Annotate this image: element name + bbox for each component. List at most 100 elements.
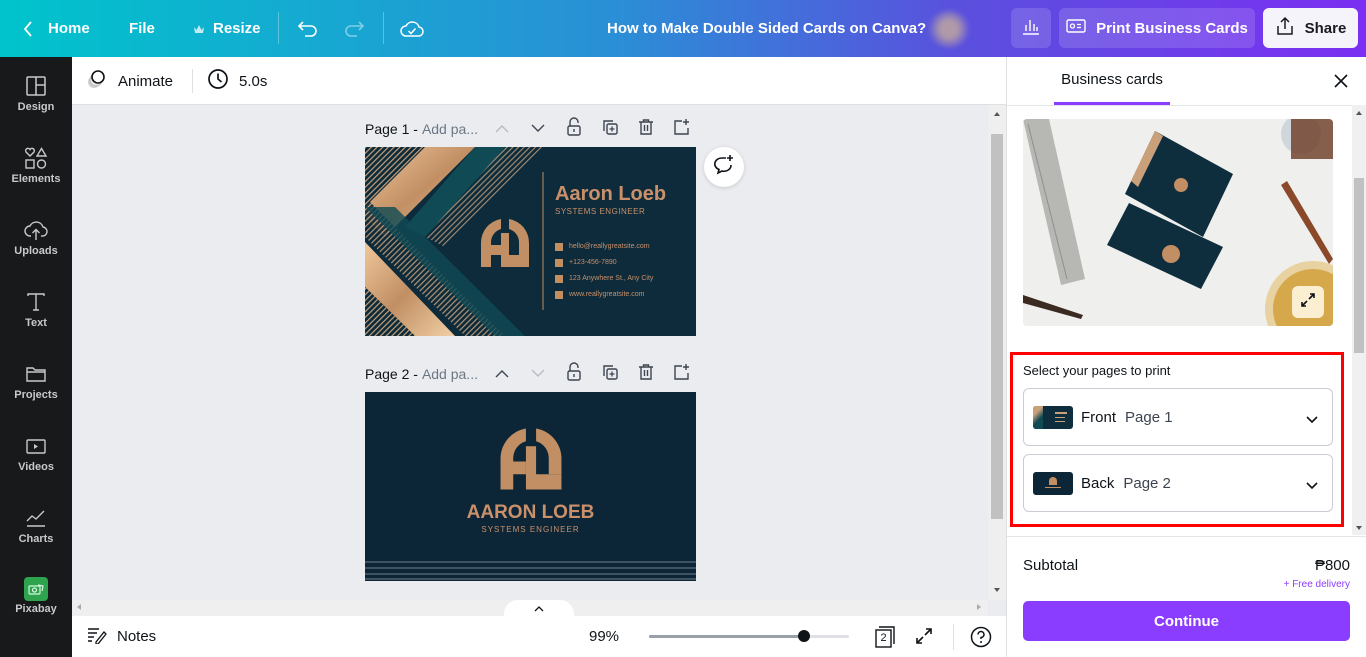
notes-button[interactable]: Notes	[87, 616, 156, 657]
page-title: Page 1 -	[365, 121, 418, 137]
resize-button[interactable]: Resize	[193, 0, 261, 57]
add-page-button[interactable]	[672, 362, 692, 386]
card-email: hello@reallygreatsite.com	[569, 243, 650, 250]
page-count-button[interactable]: 2	[875, 626, 895, 648]
resize-label: Resize	[213, 20, 261, 37]
mockup-illustration	[1023, 119, 1333, 326]
expand-preview-button[interactable]	[1292, 286, 1324, 318]
back-page-select[interactable]: Back Page 2	[1023, 454, 1333, 512]
continue-button[interactable]: Continue	[1023, 601, 1350, 641]
phone-icon	[555, 259, 563, 267]
sidebar-item-uploads[interactable]: Uploads	[0, 201, 72, 273]
print-business-cards-button[interactable]: Print Business Cards	[1059, 8, 1255, 48]
move-page-up-button[interactable]	[492, 362, 512, 386]
clock-icon	[207, 68, 229, 94]
duplicate-icon	[601, 118, 619, 141]
help-button[interactable]	[970, 626, 992, 653]
card-front-page[interactable]: Aaron Loeb SYSTEMS ENGINEER hello@really…	[365, 147, 696, 336]
card-role: SYSTEMS ENGINEER	[555, 207, 646, 216]
lock-page-button[interactable]	[564, 361, 584, 386]
home-button[interactable]: Home	[22, 0, 90, 57]
subtotal-value: ₱800	[1314, 557, 1350, 574]
back-page-value: Page 2	[1123, 474, 1171, 492]
card-back-page[interactable]: AARON LOEB SYSTEMS ENGINEER	[365, 392, 696, 581]
file-menu-button[interactable]: File	[129, 0, 155, 57]
sidebar-item-projects[interactable]: Projects	[0, 345, 72, 417]
insights-button[interactable]	[1011, 8, 1051, 48]
zoom-slider-fill	[649, 635, 804, 638]
scrollbar-thumb[interactable]	[1354, 178, 1364, 353]
canvas-vertical-scrollbar[interactable]	[988, 105, 1006, 600]
delete-page-button[interactable]	[636, 117, 656, 141]
avatar[interactable]	[928, 10, 970, 48]
share-upload-icon	[1275, 16, 1295, 40]
canvas-horizontal-scrollbar[interactable]	[72, 600, 988, 616]
email-icon	[555, 243, 563, 251]
add-page-button[interactable]	[672, 117, 692, 141]
share-button[interactable]: Share	[1263, 8, 1358, 48]
add-comment-button[interactable]	[704, 147, 744, 187]
duplicate-page-button[interactable]	[600, 117, 620, 141]
panel-scrollbar[interactable]	[1352, 105, 1366, 535]
lock-page-button[interactable]	[564, 116, 584, 142]
sidebar-item-videos[interactable]: Videos	[0, 417, 72, 489]
cloud-check-icon	[400, 19, 424, 39]
chevron-down-icon	[1306, 411, 1318, 429]
sidebar-item-design[interactable]: Design	[0, 57, 72, 129]
redo-button[interactable]	[343, 0, 365, 57]
zoom-slider[interactable]	[649, 630, 849, 642]
document-title[interactable]: How to Make Double Sided Cards on Canva?	[607, 0, 926, 57]
close-icon	[1333, 74, 1349, 93]
back-thumbnail	[1033, 471, 1073, 495]
save-status-button[interactable]	[400, 0, 424, 57]
notes-label: Notes	[117, 628, 157, 645]
zoom-percentage[interactable]: 99%	[589, 616, 619, 657]
redo-icon	[343, 20, 365, 38]
animate-label: Animate	[118, 72, 174, 90]
add-page-title-input[interactable]: Add pa...	[422, 366, 478, 382]
unlock-icon	[566, 116, 582, 142]
move-page-down-button[interactable]	[528, 362, 548, 386]
move-page-down-button[interactable]	[528, 117, 548, 141]
card-role: SYSTEMS ENGINEER	[481, 525, 580, 534]
sidebar-item-charts[interactable]: Charts	[0, 489, 72, 561]
front-page-value: Page 1	[1125, 408, 1173, 426]
expand-icon	[915, 628, 933, 649]
chart-line-icon	[23, 505, 49, 531]
bottom-bar: Notes 99% 2	[72, 616, 1006, 657]
undo-button[interactable]	[297, 0, 319, 57]
sidebar: Design Elements Uploads Text Projects Vi…	[0, 57, 72, 657]
expand-icon	[1300, 292, 1316, 313]
fullscreen-button[interactable]	[915, 627, 933, 650]
duplicate-page-button[interactable]	[600, 362, 620, 386]
duration-button[interactable]: 5.0s	[207, 57, 267, 105]
card-name: Aaron Loeb	[555, 183, 667, 205]
chevron-down-icon	[531, 365, 545, 383]
chevron-up-icon	[495, 365, 509, 383]
add-page-title-input[interactable]: Add pa...	[422, 121, 478, 137]
sidebar-label: Pixabay	[15, 603, 57, 615]
analytics-icon	[1021, 16, 1041, 40]
duplicate-icon	[601, 363, 619, 386]
animate-button[interactable]: Animate	[86, 57, 173, 105]
front-page-select[interactable]: Front Page 1	[1023, 388, 1333, 446]
sidebar-item-pixabay[interactable]: Pixabay	[0, 561, 72, 633]
delete-page-button[interactable]	[636, 362, 656, 386]
sidebar-item-text[interactable]: Text	[0, 273, 72, 345]
zoom-slider-handle[interactable]	[797, 630, 810, 642]
sidebar-label: Text	[25, 317, 47, 329]
close-panel-button[interactable]	[1333, 73, 1349, 94]
globe-icon	[555, 291, 563, 299]
sidebar-item-elements[interactable]: Elements	[0, 129, 72, 201]
page-2-header: Page 2 - Add pa...	[365, 362, 478, 386]
show-pages-toggle[interactable]	[504, 600, 574, 616]
print-label: Print Business Cards	[1096, 19, 1248, 37]
home-label: Home	[48, 20, 90, 37]
pixabay-icon	[24, 577, 48, 601]
sidebar-label: Videos	[18, 461, 54, 473]
back-label: Back	[1081, 474, 1115, 492]
move-page-up-button[interactable]	[492, 117, 512, 141]
tab-business-cards[interactable]: Business cards	[1054, 57, 1170, 105]
scrollbar-thumb[interactable]	[991, 134, 1003, 519]
card-contact-list: hello@reallygreatsite.com +123-456-7890 …	[555, 239, 653, 303]
